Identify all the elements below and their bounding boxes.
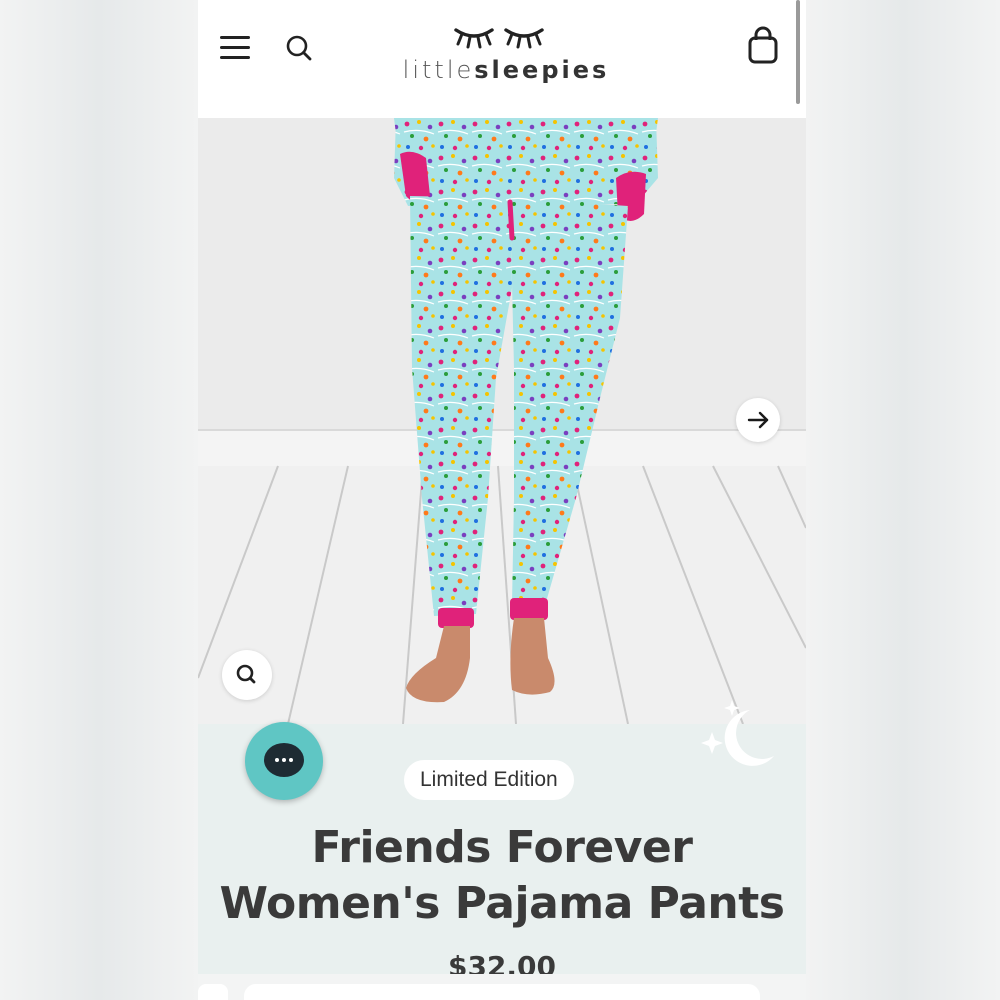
product-info-panel: Limited Edition Friends Forever Women's … <box>198 700 806 983</box>
chat-bubble-icon <box>264 743 304 777</box>
zoom-image-button[interactable] <box>222 650 272 700</box>
moon-stars-icon <box>701 700 774 766</box>
limited-edition-badge: Limited Edition <box>404 760 574 800</box>
brand-wordmark: littlesleepies <box>376 56 636 84</box>
brand-wordmark-bold: sleepies <box>474 56 610 84</box>
next-image-button[interactable] <box>736 398 780 442</box>
product-title: Friends Forever Women's Pajama Pants <box>198 820 806 932</box>
bottom-action-bar[interactable] <box>244 984 760 1000</box>
left-backdrop <box>0 0 198 1000</box>
page-scrollbar[interactable] <box>796 0 800 104</box>
chat-button[interactable] <box>245 722 323 800</box>
shopping-bag-icon[interactable] <box>746 26 780 66</box>
zoom-search-icon <box>236 664 256 684</box>
site-header: littlesleepies <box>198 0 806 118</box>
closed-eyes-logo-icon <box>454 28 544 49</box>
product-photo-illustration <box>198 118 806 724</box>
search-icon[interactable] <box>284 33 314 63</box>
right-backdrop <box>806 0 1000 1000</box>
hamburger-menu-icon[interactable] <box>220 34 252 62</box>
product-image[interactable] <box>198 118 806 724</box>
arrow-right-icon <box>747 411 769 429</box>
bottom-control-left[interactable] <box>198 984 228 1000</box>
brand-logo[interactable]: littlesleepies <box>376 18 636 90</box>
product-title-line-1: Friends Forever <box>311 822 693 873</box>
product-title-line-2: Women's Pajama Pants <box>219 878 785 929</box>
brand-wordmark-light: little <box>402 56 475 84</box>
mobile-viewport: littlesleepies Limited Edition Friends F… <box>198 0 806 1000</box>
